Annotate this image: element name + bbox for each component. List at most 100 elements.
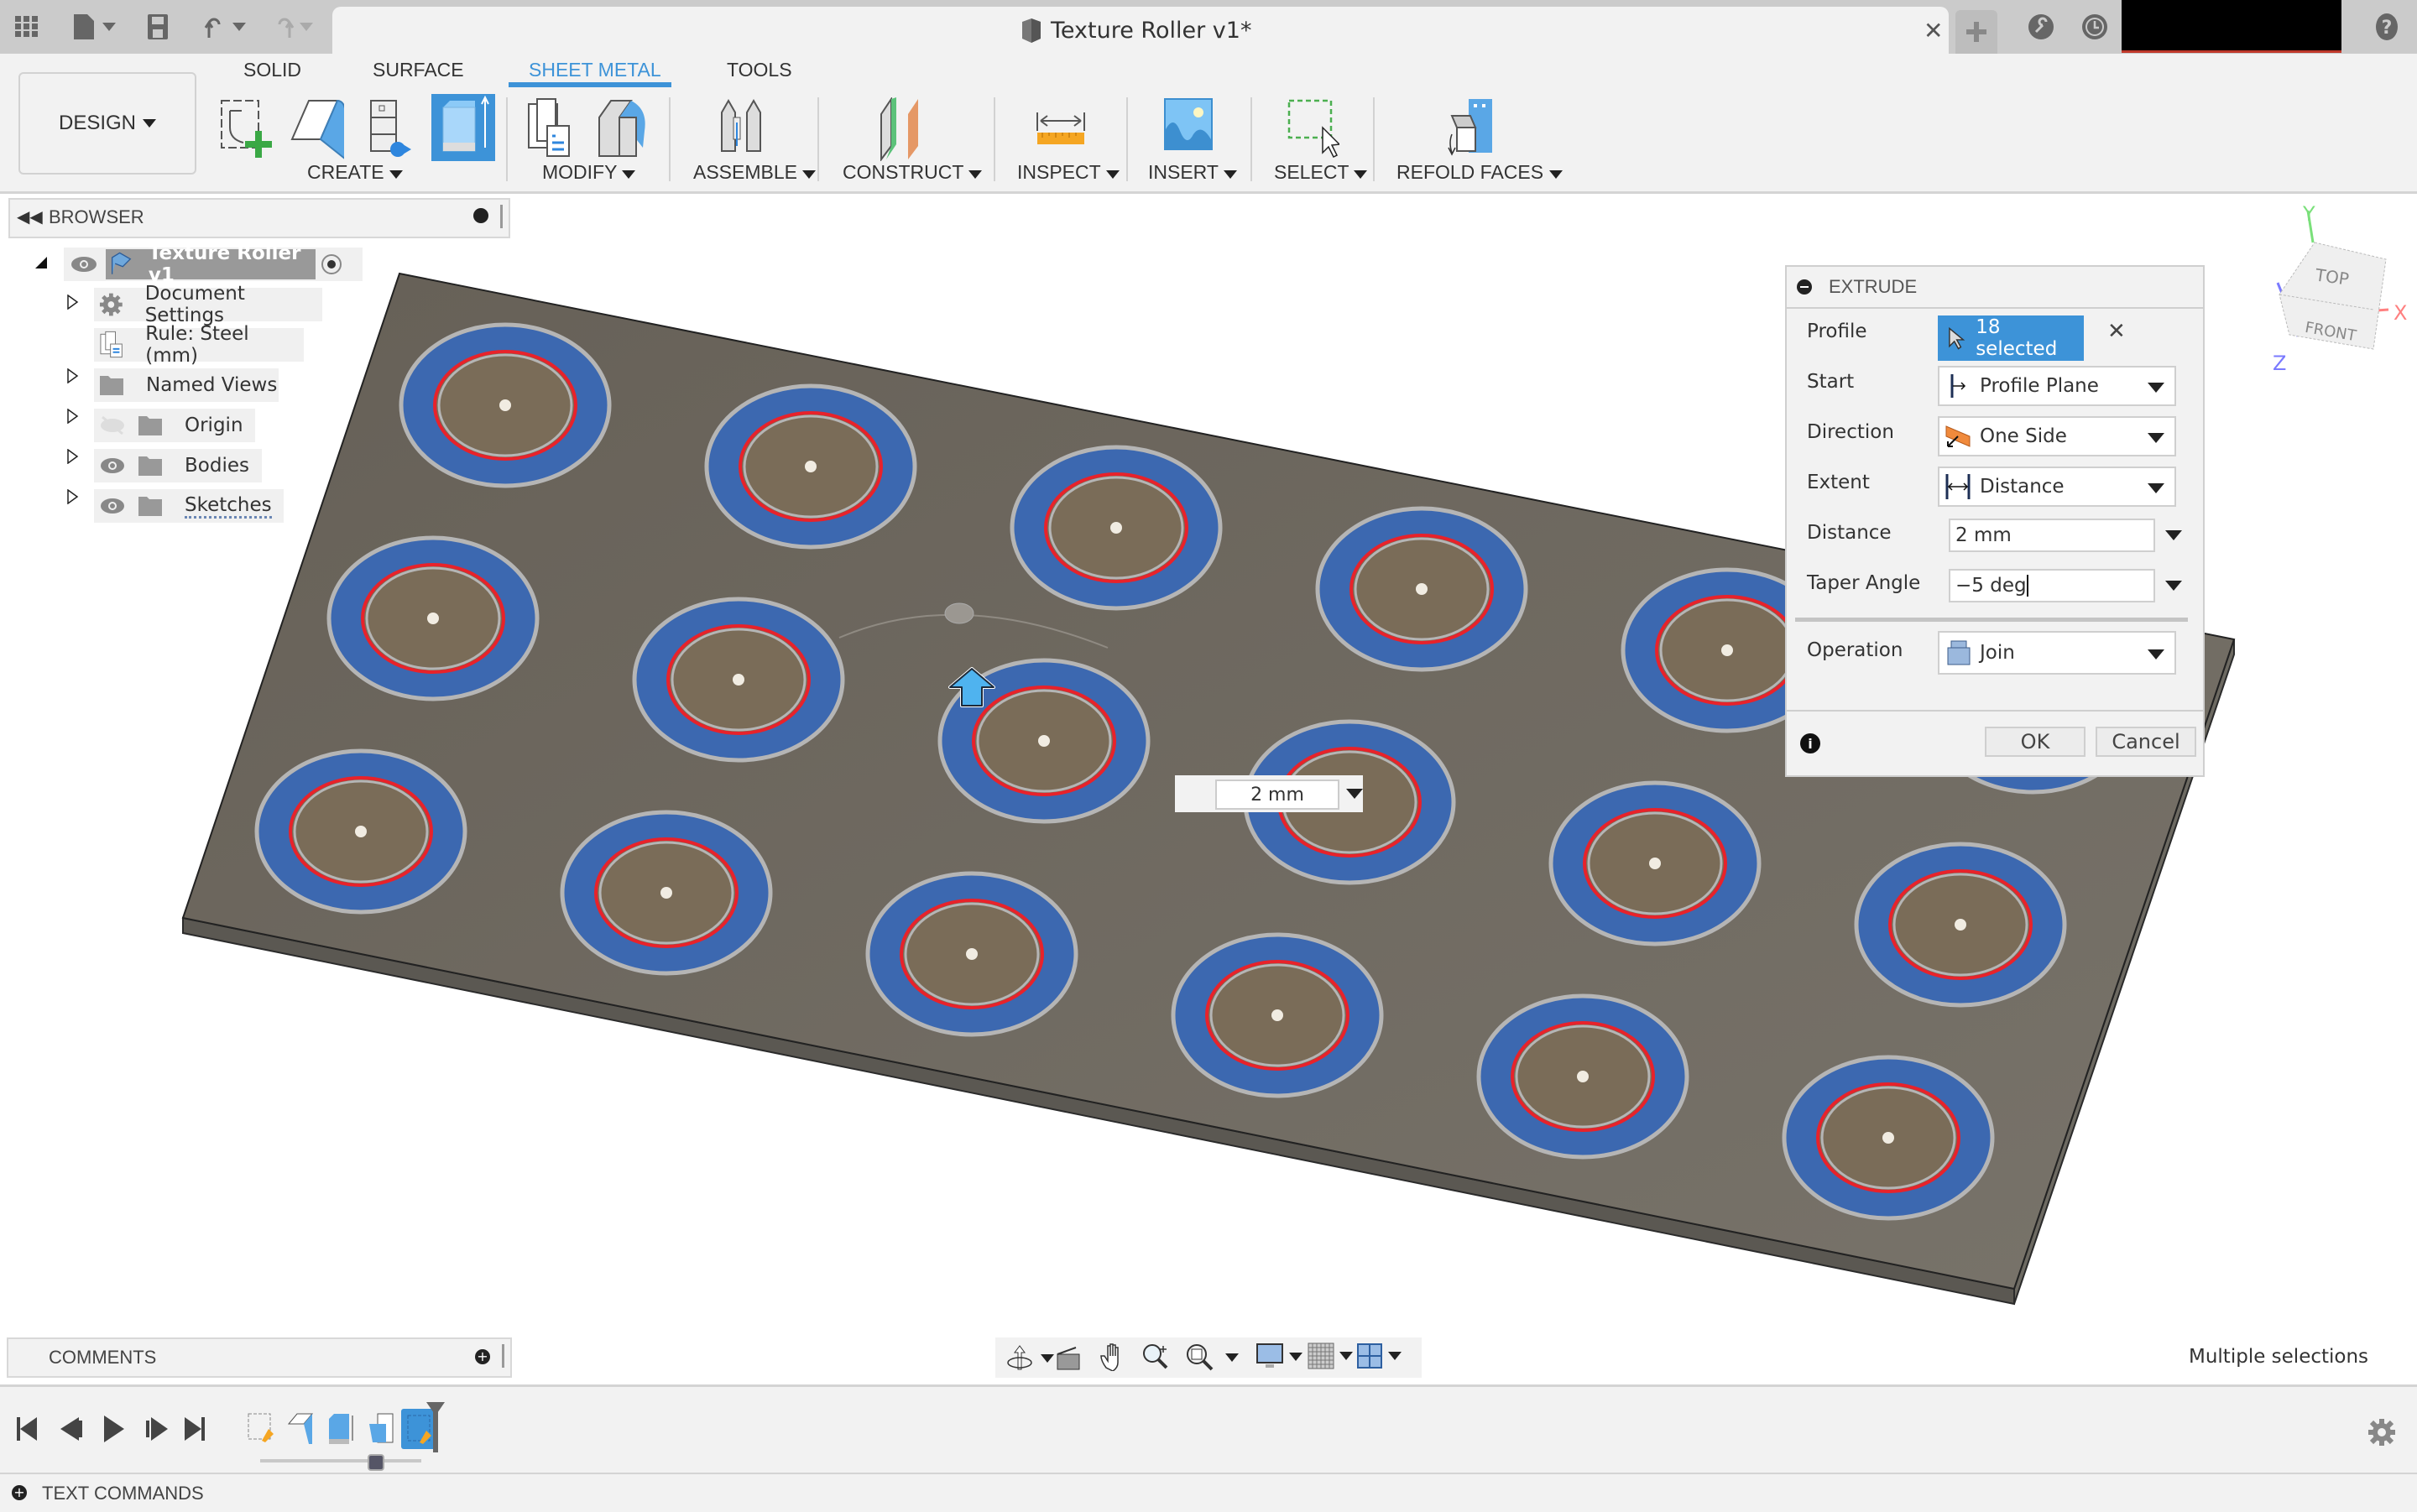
ok-button[interactable]: OK [1985, 727, 2086, 757]
select-menu[interactable]: SELECT [1274, 161, 1368, 184]
selected-profile[interactable] [632, 597, 845, 763]
sheet-metal-rules-icon[interactable] [525, 97, 579, 161]
eye-hidden-icon[interactable] [99, 415, 126, 435]
tab-sheet-metal[interactable]: SHEET METAL [529, 59, 661, 81]
measure-icon[interactable] [1034, 97, 1088, 161]
selected-profile[interactable] [326, 535, 540, 701]
collapse-triangle-icon[interactable] [35, 257, 47, 269]
joint-icon[interactable] [718, 97, 772, 161]
tree-root-row[interactable]: Texture Roller v1 [64, 242, 363, 286]
unfold-icon[interactable] [596, 97, 650, 161]
grid-settings-button[interactable] [1308, 1343, 1353, 1369]
tree-item-rule[interactable]: Rule: Steel (mm) [94, 323, 304, 367]
selected-profile[interactable] [254, 748, 467, 915]
undo-button[interactable] [198, 12, 252, 42]
expand-text-commands-icon[interactable]: + [12, 1485, 27, 1500]
eye-icon[interactable] [99, 497, 126, 515]
document-tab[interactable]: Texture Roller v1* ✕ [332, 7, 1949, 54]
collapse-browser-icon[interactable]: ◀◀ [17, 206, 43, 227]
close-tab-icon[interactable]: ✕ [1924, 17, 1943, 44]
cancel-button[interactable]: Cancel [2096, 727, 2196, 757]
selected-profile[interactable] [1782, 1055, 1995, 1221]
taper-angle-input[interactable]: −5 deg [1949, 569, 2155, 602]
selected-profile[interactable] [1854, 842, 2067, 1008]
account-profile-redacted[interactable] [2122, 0, 2341, 53]
window-select-icon[interactable] [1286, 97, 1341, 161]
view-cube[interactable]: TOP FRONT X Y Z [2239, 202, 2407, 375]
browser-resize-handle[interactable] [500, 205, 503, 228]
browser-panel-header[interactable]: ◀◀ BROWSER [8, 198, 510, 238]
insert-image-icon[interactable] [1162, 97, 1215, 161]
workspace-switcher-button[interactable]: DESIGN [18, 72, 196, 175]
refold-faces-icon[interactable] [1443, 97, 1497, 161]
extensions-icon[interactable] [2026, 12, 2056, 42]
apps-grid-icon[interactable] [12, 12, 42, 42]
modify-menu[interactable]: MODIFY [542, 161, 636, 184]
tab-surface[interactable]: SURFACE [373, 59, 464, 81]
display-settings-button[interactable] [1255, 1343, 1302, 1371]
orbit-button[interactable] [1005, 1344, 1054, 1373]
eye-icon[interactable] [99, 456, 126, 475]
construct-menu[interactable]: CONSTRUCT [843, 161, 983, 184]
comments-panel-header[interactable]: COMMENTS + [7, 1337, 512, 1378]
save-button[interactable] [143, 12, 173, 42]
timeline-group-collapse-icon[interactable] [368, 1454, 384, 1471]
create-sketch-icon[interactable] [218, 97, 272, 161]
viewports-button[interactable] [1356, 1343, 1402, 1369]
insert-menu[interactable]: INSERT [1148, 161, 1237, 184]
refold-faces-menu[interactable]: REFOLD FACES [1396, 161, 1563, 184]
text-commands-bar[interactable]: + TEXT COMMANDS [0, 1473, 2417, 1512]
selected-profile[interactable] [560, 810, 773, 976]
timeline-marker-head[interactable] [426, 1402, 445, 1416]
tab-tools[interactable]: TOOLS [727, 59, 792, 81]
new-tab-button[interactable] [1955, 10, 1997, 54]
selected-profile[interactable] [1476, 993, 1689, 1160]
selected-profile[interactable] [1315, 506, 1528, 672]
operation-dropdown[interactable]: Join [1938, 631, 2176, 675]
redo-button[interactable] [265, 12, 319, 42]
inspect-menu[interactable]: INSPECT [1017, 161, 1120, 184]
add-comment-icon[interactable]: + [475, 1349, 490, 1364]
flange-icon[interactable] [290, 97, 347, 162]
selected-profile[interactable] [865, 871, 1078, 1037]
extrude-icon[interactable] [431, 94, 495, 161]
profile-selection-button[interactable]: 18 selected [1938, 315, 2084, 361]
comments-resize-handle[interactable] [502, 1344, 504, 1368]
create-menu[interactable]: CREATE [307, 161, 403, 184]
inline-distance-input[interactable]: 2 mm [1215, 779, 1339, 810]
pan-button[interactable] [1099, 1343, 1126, 1374]
tree-item-named-views[interactable]: Named Views [94, 368, 279, 402]
file-menu-button[interactable] [69, 12, 119, 42]
browser-pin-icon[interactable] [473, 208, 488, 223]
eye-icon[interactable] [70, 255, 97, 274]
taper-angle-dropdown-icon[interactable] [2165, 581, 2182, 591]
help-icon[interactable]: ? [2372, 12, 2402, 42]
selected-profile[interactable] [1010, 445, 1223, 611]
tree-item-sketches[interactable]: Sketches [94, 489, 284, 523]
extent-dropdown[interactable]: Distance [1938, 467, 2176, 507]
offset-plane-icon[interactable] [878, 96, 932, 162]
distance-input[interactable]: 2 mm [1949, 519, 2155, 552]
collapse-dialog-icon[interactable] [1797, 279, 1812, 295]
look-at-button[interactable] [1056, 1346, 1081, 1374]
tree-item-document-settings[interactable]: Document Settings [94, 283, 322, 326]
fit-button[interactable] [1185, 1343, 1239, 1373]
activate-component-radio[interactable] [321, 253, 342, 275]
zoom-button[interactable] [1141, 1343, 1172, 1376]
extrude-dialog-header[interactable]: EXTRUDE [1787, 267, 2203, 309]
job-status-icon[interactable] [2080, 12, 2110, 42]
timeline-sketch-feature[interactable] [247, 1412, 275, 1446]
timeline-flat-pattern-feature[interactable] [368, 1412, 396, 1446]
expand-triangle-icon[interactable] [67, 295, 79, 310]
selected-profile[interactable] [704, 383, 917, 550]
selected-profile[interactable] [399, 322, 612, 488]
tab-solid[interactable]: SOLID [243, 59, 301, 81]
timeline-settings-gear-icon[interactable] [2367, 1417, 2397, 1447]
clear-selection-icon[interactable]: ✕ [2107, 319, 2126, 344]
tree-item-bodies[interactable]: Bodies [94, 449, 262, 482]
selected-profile[interactable] [1171, 932, 1384, 1098]
selected-profile[interactable] [1548, 780, 1762, 946]
timeline-flange-feature[interactable] [287, 1412, 316, 1446]
assemble-menu[interactable]: ASSEMBLE [693, 161, 817, 184]
start-dropdown[interactable]: Profile Plane [1938, 366, 2176, 406]
